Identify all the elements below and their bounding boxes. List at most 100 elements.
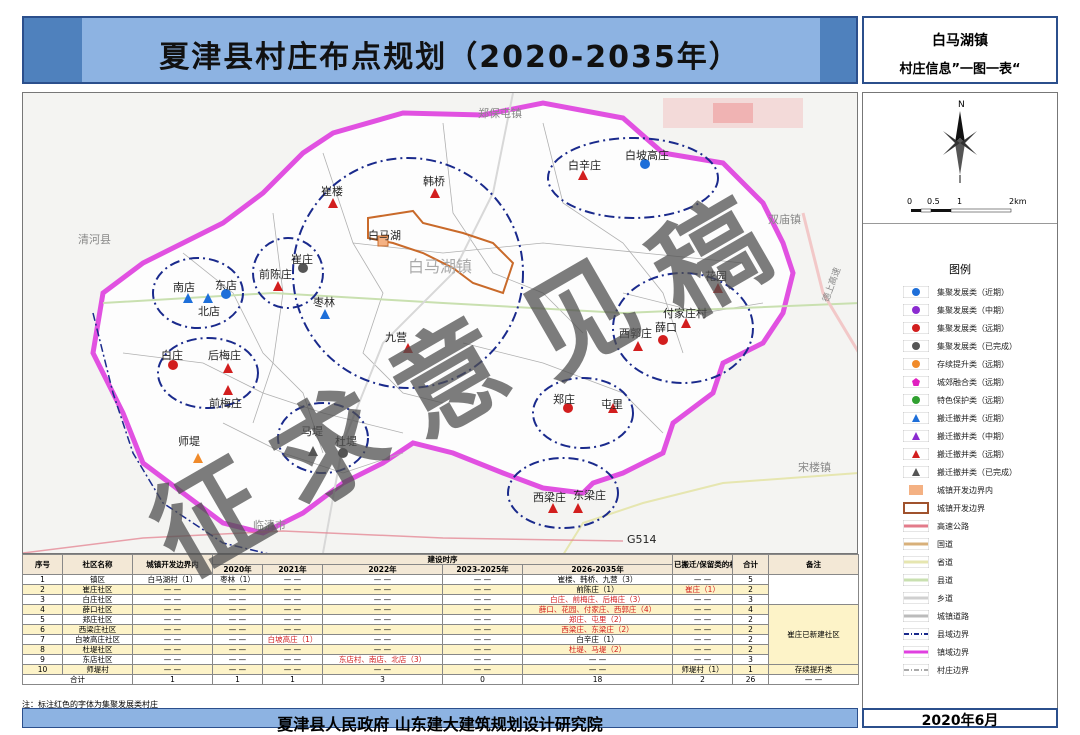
village-label: 屯里 xyxy=(601,398,623,411)
table-cell-total: 1 xyxy=(732,664,770,675)
table-cell-community: 西梁庄社区 xyxy=(62,624,133,635)
table-cell-y2026: 前陈庄（1） xyxy=(521,584,674,595)
table-cell-y2023: — — xyxy=(442,654,523,665)
legend-symbol-icon xyxy=(903,394,929,406)
table-cell-y2026: 杜堤、马堤（2） xyxy=(521,644,674,655)
table-cell-y2026: 白辛庄（1） xyxy=(521,634,674,645)
table-cell-total: 2 xyxy=(732,644,770,655)
table-cell-within: — — xyxy=(132,624,213,635)
legend-symbol-icon xyxy=(903,664,929,676)
table-row: 10 师堤村 — — — — — — — — — — — — 师堤村（1） 1 存续提升类 xyxy=(22,664,860,675)
legend-item: 集聚发展类（已完成） xyxy=(903,337,1053,355)
legend-symbol-icon xyxy=(903,466,929,478)
legend-item: 搬迁撤并类（近期） xyxy=(903,409,1053,427)
table-row: 8 杜堤社区 — — — — — — — — — — 杜堤、马堤（2） — —2 xyxy=(22,644,859,655)
village-table: 序号 社区名称 城镇开发边界内 建设时序 已搬迁/保留类的村庄 合计 备注 20… xyxy=(22,554,860,685)
table-cell-y2026: 崔楼、韩桥、九营（3） xyxy=(521,574,674,585)
village-label: 西梁庄 xyxy=(533,491,566,504)
table-cell-y2020: — — xyxy=(212,614,263,625)
table-cell-relocated: — — xyxy=(672,594,734,605)
legend-label: 集聚发展类（近期） xyxy=(937,287,1009,297)
table-cell-community: 白庄社区 xyxy=(62,594,133,605)
table-cell-relocated: 崔庄（1） xyxy=(672,584,734,595)
village-label: 九营 xyxy=(385,331,407,344)
legend-item: 城镇开发边界内 xyxy=(903,481,1053,499)
table-cell-within: — — xyxy=(132,664,213,675)
label-songlou: 宋楼镇 xyxy=(798,461,831,474)
map-area[interactable]: 郑保屯镇 双庙镇 清河县 宋楼镇 临清市 G514 白马湖 白马湖镇 德上高速 … xyxy=(22,92,858,554)
scale-tick: 0.5 xyxy=(927,197,940,206)
legend-symbol-icon xyxy=(903,304,929,316)
table-cell-total: 5 xyxy=(732,574,770,585)
legend-symbol-icon xyxy=(903,286,929,298)
legend-label: 省道 xyxy=(937,557,953,567)
legend-item: 集聚发展类（中期） xyxy=(903,301,1053,319)
table-cell-community: 师堤村 xyxy=(62,664,133,675)
village-label: 枣林 xyxy=(313,296,335,309)
total-cell-y2021: 1 xyxy=(262,674,323,685)
table-cell-y2020: — — xyxy=(212,594,263,605)
legend-title: 图例 xyxy=(949,263,971,276)
total-cell-relocated: 2 xyxy=(672,674,734,685)
village-label: 马堤 xyxy=(301,425,323,438)
village-label: 前梅庄 xyxy=(209,397,242,410)
table-cell-y2022: — — xyxy=(322,644,443,655)
total-cell-y2020: 1 xyxy=(212,674,263,685)
legend-item: 村庄边界 xyxy=(903,661,1053,679)
table-cell-within: 白马湖村（1） xyxy=(132,574,213,585)
table-cell-no: 3 xyxy=(22,594,63,605)
village-label: 韩桥 xyxy=(423,175,445,188)
table-cell-within: — — xyxy=(132,654,213,665)
table-cell-community: 东店社区 xyxy=(62,654,133,665)
th-2026: 2026-2035年 xyxy=(521,564,674,575)
legend-symbol-icon xyxy=(903,340,929,352)
legend-symbol-icon xyxy=(903,556,929,568)
table-cell-total: 2 xyxy=(732,634,770,645)
label-qinghe: 清河县 xyxy=(78,233,111,246)
legend-label: 城郊融合类（远期） xyxy=(937,377,1009,387)
legend-item: 集聚发展类（远期） xyxy=(903,319,1053,337)
footer-bar: 夏津县人民政府 山东建大建筑规划设计研究院 xyxy=(22,708,858,734)
title-left-strip xyxy=(24,18,82,82)
th-remark: 备注 xyxy=(768,554,860,575)
footer-date: 2020年6月 xyxy=(862,708,1058,729)
legend-symbol-icon xyxy=(903,448,929,460)
table-cell-y2023: — — xyxy=(442,624,523,635)
table-cell-y2022: — — xyxy=(322,594,443,605)
table-cell-remark: 崔庄已新建社区 xyxy=(768,604,860,665)
th-2021: 2021年 xyxy=(262,564,323,575)
table-cell-community: 杜堤社区 xyxy=(62,644,133,655)
legend-item: 城郊融合类（远期） xyxy=(903,373,1053,391)
table-cell-community: 镇区 xyxy=(62,574,133,585)
table-cell-y2026: — — xyxy=(521,664,674,675)
legend-label: 存续提升类（远期） xyxy=(937,359,1009,369)
legend-symbol-icon xyxy=(903,520,929,532)
village-label: 崔庄 xyxy=(291,253,313,266)
legend-label: 县域边界 xyxy=(937,629,969,639)
legend-label: 特色保护类（远期） xyxy=(937,395,1009,405)
village-label: 西郭庄 xyxy=(619,327,652,340)
legend-item: 城镇开发边界 xyxy=(903,499,1053,517)
table-cell-y2021: — — xyxy=(262,654,323,665)
table-cell-community: 郑庄社区 xyxy=(62,614,133,625)
side-title-box: 白马湖镇 村庄信息”一图一表“ xyxy=(862,16,1058,84)
legend-label: 城镇开发边界内 xyxy=(937,485,993,495)
legend-label: 城镇开发边界 xyxy=(937,503,985,513)
village-label: 郑庄 xyxy=(553,393,575,406)
page-title: 夏津县村庄布点规划（2020-2035年） xyxy=(159,40,741,75)
legend-symbol-icon xyxy=(903,610,929,622)
table-cell-relocated: — — xyxy=(672,644,734,655)
village-label: 杜堤 xyxy=(335,435,357,448)
legend-item: 省道 xyxy=(903,553,1053,571)
table-cell-total: 2 xyxy=(732,614,770,625)
table-cell-no: 7 xyxy=(22,634,63,645)
total-cell-total: 26 xyxy=(732,674,770,685)
table-cell-no: 1 xyxy=(22,574,63,585)
th-no: 序号 xyxy=(22,554,63,575)
table-cell-y2022: — — xyxy=(322,614,443,625)
table-cell-total: 2 xyxy=(732,584,770,595)
table-cell-remark xyxy=(768,574,860,605)
table-cell-y2020: — — xyxy=(212,624,263,635)
table-cell-y2026: 白庄、前梅庄、后梅庄（3） xyxy=(521,594,674,605)
legend-item: 城镇道路 xyxy=(903,607,1053,625)
